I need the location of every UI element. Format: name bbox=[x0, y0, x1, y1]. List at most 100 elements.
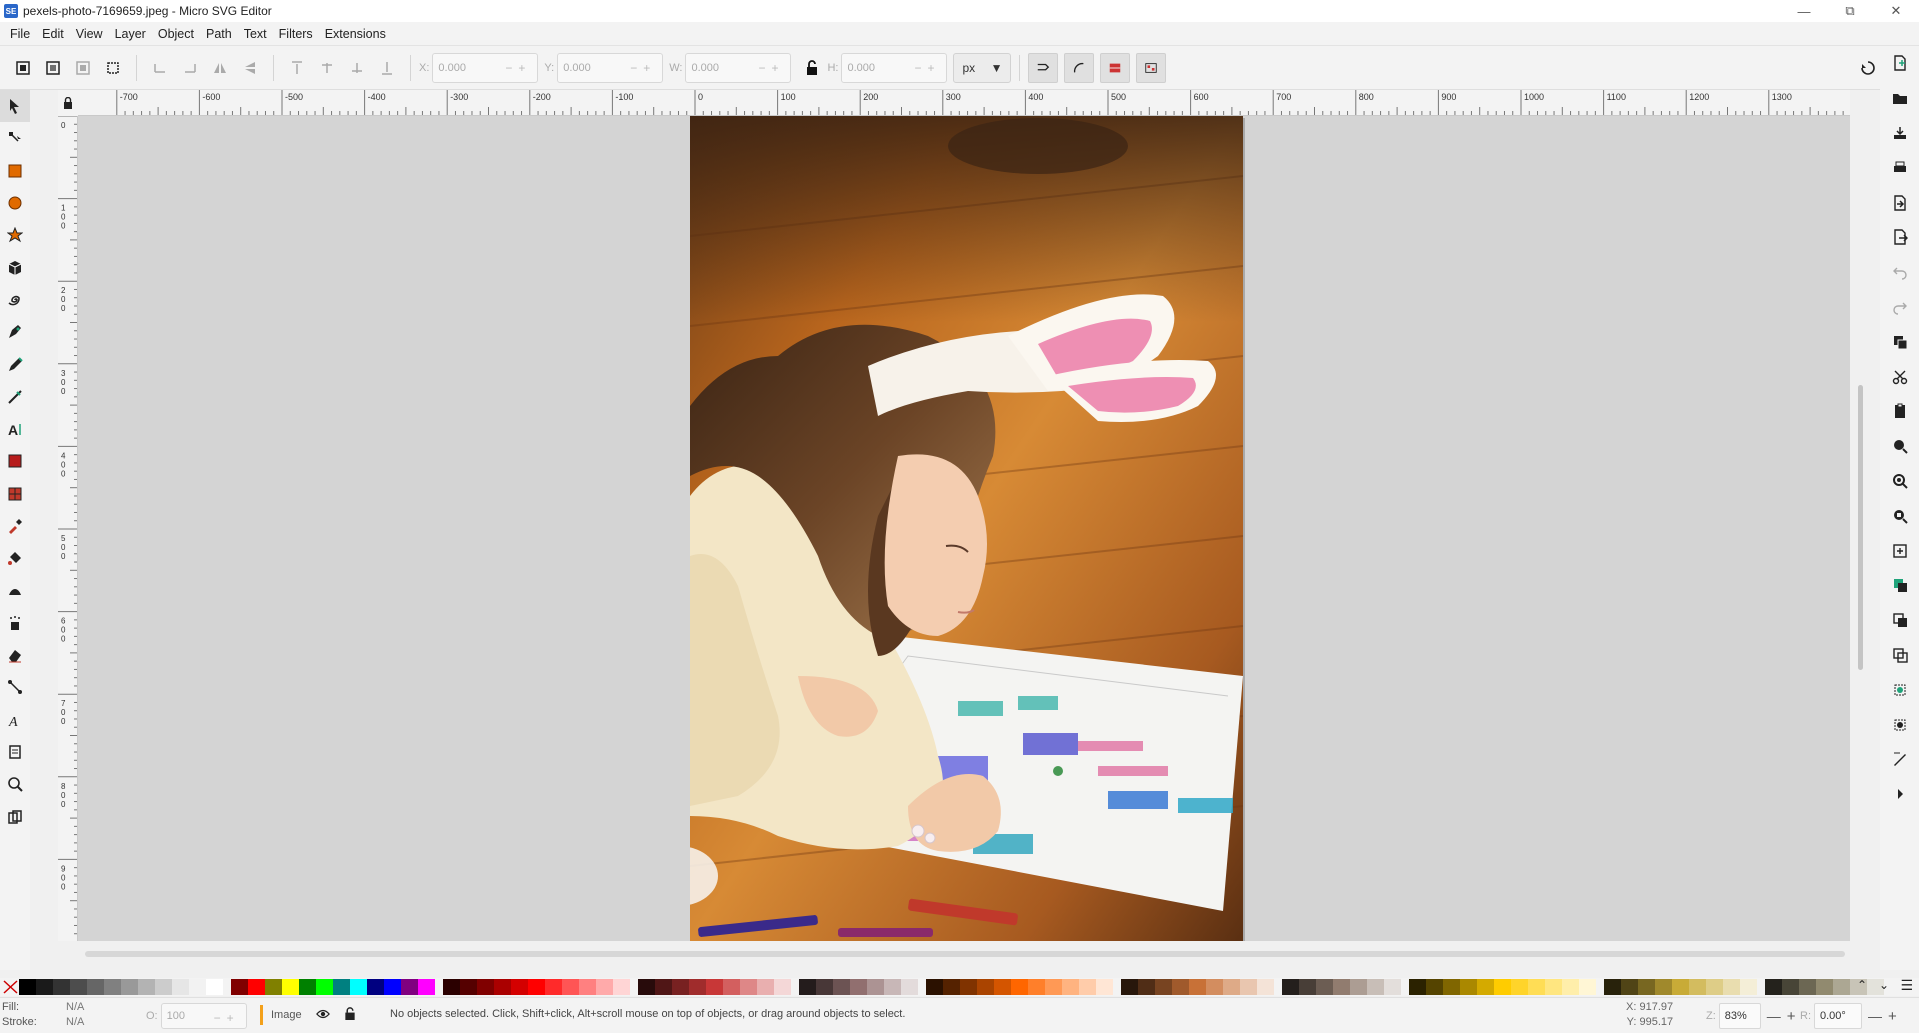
color-swatch[interactable] bbox=[87, 979, 104, 995]
lock-ratio-icon[interactable] bbox=[797, 53, 827, 83]
flip-vertical-icon[interactable] bbox=[235, 53, 265, 83]
color-swatch[interactable] bbox=[613, 979, 630, 995]
y-input[interactable]: 0.000 −+ bbox=[557, 52, 664, 83]
eraser-tool-icon[interactable] bbox=[0, 639, 30, 671]
menu-object[interactable]: Object bbox=[152, 22, 200, 46]
palette-scroll-up-icon[interactable]: ⌃ bbox=[1857, 978, 1867, 992]
copy-icon[interactable] bbox=[1880, 324, 1919, 359]
lower-to-bottom-icon[interactable] bbox=[372, 53, 402, 83]
color-swatch[interactable] bbox=[155, 979, 172, 995]
color-swatch[interactable] bbox=[655, 979, 672, 995]
color-swatch[interactable] bbox=[706, 979, 723, 995]
color-swatch[interactable] bbox=[1655, 979, 1672, 995]
color-swatch[interactable] bbox=[901, 979, 918, 995]
color-swatch[interactable] bbox=[1511, 979, 1528, 995]
color-swatch[interactable] bbox=[740, 979, 757, 995]
color-swatch[interactable] bbox=[723, 979, 740, 995]
color-swatch[interactable] bbox=[189, 979, 206, 995]
rectangle-tool-icon[interactable] bbox=[0, 155, 30, 187]
color-swatch[interactable] bbox=[316, 979, 333, 995]
zoom-drawing-icon[interactable] bbox=[1880, 464, 1919, 499]
zoom-page-icon[interactable] bbox=[1880, 498, 1919, 533]
eye-icon[interactable] bbox=[315, 1008, 330, 1023]
select-all-layers-icon[interactable] bbox=[38, 53, 68, 83]
color-swatch[interactable] bbox=[1045, 979, 1062, 995]
color-swatch[interactable] bbox=[53, 979, 70, 995]
color-swatch[interactable] bbox=[1740, 979, 1757, 995]
color-swatch[interactable] bbox=[850, 979, 867, 995]
color-swatch[interactable] bbox=[1011, 979, 1028, 995]
export-icon[interactable] bbox=[1880, 220, 1919, 255]
save-document-icon[interactable] bbox=[1880, 116, 1919, 151]
measure-tool-icon[interactable] bbox=[0, 801, 30, 833]
pencil-tool-icon[interactable] bbox=[0, 348, 30, 380]
undo-icon[interactable] bbox=[1880, 255, 1919, 290]
color-swatch[interactable] bbox=[443, 979, 460, 995]
color-swatch[interactable] bbox=[299, 979, 316, 995]
color-swatch[interactable] bbox=[401, 979, 418, 995]
zoom-in-icon[interactable]: + bbox=[1787, 1008, 1796, 1025]
color-swatch[interactable] bbox=[1782, 979, 1799, 995]
unit-select[interactable]: px ▼ bbox=[953, 52, 1012, 83]
no-paint-swatch[interactable] bbox=[2, 979, 19, 995]
minimize-icon[interactable]: — bbox=[1781, 0, 1827, 22]
raise-to-top-icon[interactable] bbox=[282, 53, 312, 83]
width-input[interactable]: 0.000 −+ bbox=[685, 52, 792, 83]
redo-icon[interactable] bbox=[1880, 290, 1919, 325]
more-commands-icon[interactable] bbox=[1880, 777, 1919, 812]
color-swatch[interactable] bbox=[1723, 979, 1740, 995]
color-swatch[interactable] bbox=[994, 979, 1011, 995]
color-swatch[interactable] bbox=[1223, 979, 1240, 995]
transform-undo-icon[interactable] bbox=[1853, 53, 1883, 83]
rotate-cw-icon[interactable] bbox=[175, 53, 205, 83]
color-swatch[interactable] bbox=[494, 979, 511, 995]
clone-icon[interactable] bbox=[1880, 603, 1919, 638]
color-swatch[interactable] bbox=[1257, 979, 1274, 995]
color-swatch[interactable] bbox=[1189, 979, 1206, 995]
color-swatch[interactable] bbox=[757, 979, 774, 995]
menu-path[interactable]: Path bbox=[200, 22, 238, 46]
color-swatch[interactable] bbox=[1299, 979, 1316, 995]
color-swatch[interactable] bbox=[884, 979, 901, 995]
group-icon[interactable] bbox=[1880, 672, 1919, 707]
color-swatch[interactable] bbox=[1545, 979, 1562, 995]
color-swatch[interactable] bbox=[1096, 979, 1113, 995]
color-swatch[interactable] bbox=[1426, 979, 1443, 995]
menu-layer[interactable]: Layer bbox=[109, 22, 152, 46]
color-swatch[interactable] bbox=[206, 979, 223, 995]
scale-stroke-icon[interactable] bbox=[1028, 52, 1059, 83]
raise-icon[interactable] bbox=[312, 53, 342, 83]
ellipse-tool-icon[interactable] bbox=[0, 187, 30, 219]
duplicate-icon[interactable] bbox=[1880, 568, 1919, 603]
color-swatch[interactable] bbox=[418, 979, 435, 995]
ruler-lock-icon[interactable] bbox=[58, 90, 78, 116]
color-swatch[interactable] bbox=[1240, 979, 1257, 995]
pen-tool-icon[interactable] bbox=[0, 316, 30, 348]
color-swatch[interactable] bbox=[977, 979, 994, 995]
zoom-out-icon[interactable]: — bbox=[1767, 1008, 1781, 1024]
zoom-input[interactable]: 83% bbox=[1718, 1003, 1761, 1029]
vertical-ruler[interactable]: 0100200300400500600700800900 bbox=[58, 116, 78, 941]
color-swatch[interactable] bbox=[1028, 979, 1045, 995]
open-document-icon[interactable] bbox=[1880, 81, 1919, 116]
deselect-icon[interactable] bbox=[68, 53, 98, 83]
color-swatch[interactable] bbox=[1316, 979, 1333, 995]
tweak-tool-icon[interactable] bbox=[0, 574, 30, 606]
color-swatch[interactable] bbox=[1562, 979, 1579, 995]
new-document-icon[interactable] bbox=[1880, 46, 1919, 81]
color-swatch[interactable] bbox=[282, 979, 299, 995]
calligraphy-tool-icon[interactable] bbox=[0, 381, 30, 413]
color-swatch[interactable] bbox=[1833, 979, 1850, 995]
3d-box-tool-icon[interactable] bbox=[0, 251, 30, 283]
layer-lock-icon[interactable] bbox=[344, 1007, 356, 1023]
palette-scroll-down-icon[interactable]: ⌄ bbox=[1879, 978, 1889, 992]
menu-filters[interactable]: Filters bbox=[273, 22, 319, 46]
color-swatch[interactable] bbox=[579, 979, 596, 995]
close-icon[interactable]: ✕ bbox=[1873, 0, 1919, 22]
unlink-clone-icon[interactable] bbox=[1880, 638, 1919, 673]
color-swatch[interactable] bbox=[36, 979, 53, 995]
touch-select-icon[interactable] bbox=[98, 53, 128, 83]
color-swatch[interactable] bbox=[367, 979, 384, 995]
paste-icon[interactable] bbox=[1880, 394, 1919, 429]
color-swatch[interactable] bbox=[1799, 979, 1816, 995]
